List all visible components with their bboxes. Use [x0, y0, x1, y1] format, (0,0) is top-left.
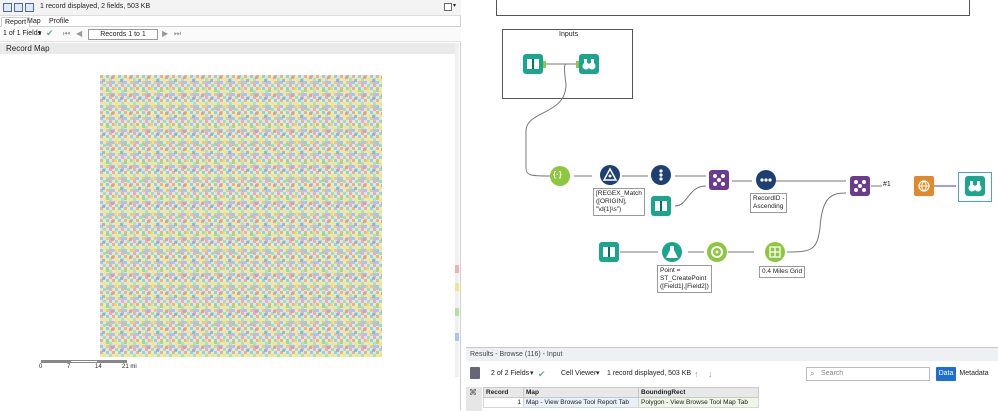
scale-label-0: 0: [39, 364, 43, 370]
search-icon: ⌕: [810, 369, 815, 378]
browse-tool-inputs[interactable]: [579, 54, 599, 74]
record-map-image: [100, 75, 382, 357]
create-points-label: Point = ST_CreatePoint ([Field1],[Field2…: [657, 265, 712, 293]
col-header-record[interactable]: Record: [483, 387, 524, 398]
join-icon: [854, 180, 866, 192]
join-icon: [713, 174, 725, 186]
results-status: 1 record displayed, 503 KB: [607, 370, 692, 377]
tab-profile[interactable]: Profile: [46, 17, 72, 27]
cell-viewer-dropdown-icon[interactable]: ▾: [596, 367, 600, 381]
col-header-boundingrect[interactable]: BoundingRect: [638, 387, 759, 398]
globe-icon: [918, 180, 930, 192]
report-title: Record Map: [0, 43, 458, 54]
binoculars-icon: [968, 181, 982, 192]
cell-boundingrect[interactable]: Polygon - View Browse Tool Map Tab: [638, 397, 759, 408]
sort-dots-icon: [760, 178, 772, 182]
fields-dropdown-icon[interactable]: ▾: [38, 29, 42, 37]
browse-status-text: 1 record displayed, 2 fields, 503 KB: [40, 3, 151, 10]
join-tool-2[interactable]: [850, 176, 870, 196]
arrow-down-icon[interactable]: ↓: [708, 367, 713, 381]
book-icon: [603, 247, 615, 257]
apply-checkmark-icon[interactable]: ✔: [538, 367, 546, 381]
scale-label-14: 14: [95, 364, 102, 370]
metadata-tab-button[interactable]: Metadata: [958, 367, 990, 381]
browse-toolbar: 1 of 1 Fields ▾ ✔ ⏮ ◀ Records 1 to 1 ▶ ⏭: [0, 27, 461, 42]
browse-top-bar: 1 record displayed, 2 fields, 503 KB ▾: [0, 0, 461, 16]
binoculars-icon: [582, 59, 596, 70]
results-header: Results - Browse (116) - Input: [466, 348, 998, 361]
regex-tool[interactable]: [600, 165, 620, 185]
create-points-tool[interactable]: [662, 242, 682, 262]
fields-dropdown-icon[interactable]: ▾: [530, 367, 534, 381]
layout-vertical-icon[interactable]: [25, 3, 34, 12]
regex-tool-label: [REGEX_Match ([ORIGIN], "\d{1}\s"): [593, 188, 645, 216]
sort-tool-label: RecordID - Ascending: [750, 193, 788, 213]
results-toolbar: 2 of 2 Fields ▾ ✔ Cell Viewer ▾ 1 record…: [466, 365, 998, 383]
prev-record-icon[interactable]: ◀: [76, 29, 82, 38]
layout-horizontal-icon[interactable]: [14, 3, 23, 12]
gear-icon: [711, 246, 723, 258]
input-data-tool-3[interactable]: [599, 242, 619, 262]
cell-map[interactable]: Map - View Browse Tool Report Tab: [523, 397, 639, 408]
browse-tool-output[interactable]: [965, 176, 985, 196]
book-icon: [655, 201, 667, 211]
browse-window: 1 record displayed, 2 fields, 503 KB ▾ R…: [0, 0, 461, 410]
scale-label-21: 21 mi: [122, 364, 137, 370]
data-tab-button[interactable]: Data: [936, 367, 956, 381]
input-data-tool[interactable]: [523, 54, 543, 74]
spatial-process-tool[interactable]: [707, 242, 727, 262]
formula-tool[interactable]: [651, 165, 671, 185]
row-selector-gutter: ⌘: [466, 387, 482, 411]
regex-triangle-icon: [602, 167, 618, 181]
search-input[interactable]: ⌕ Search: [806, 367, 930, 381]
dots-vertical-icon: [659, 169, 663, 181]
results-table: Record Map BoundingRect 1 Map - View Bro…: [483, 387, 759, 408]
record-map-area: 0 7 14 21 mi: [0, 57, 458, 377]
cell-viewer-button[interactable]: Cell Viewer: [561, 367, 596, 381]
results-pane: Results - Browse (116) - Input 2 of 2 Fi…: [466, 347, 998, 411]
vertical-scrollbar[interactable]: [455, 43, 459, 377]
sort-tool[interactable]: [756, 170, 776, 190]
join-output-label: #1: [883, 181, 891, 188]
dropdown-menu-icon[interactable]: [444, 3, 452, 11]
fields-selector[interactable]: 1 of 1 Fields: [3, 30, 41, 37]
select-tool[interactable]: {·}: [550, 166, 570, 186]
search-placeholder: Search: [821, 370, 844, 377]
layout-single-icon[interactable]: [3, 3, 12, 12]
browse-tabs: Report Map Profile: [0, 16, 461, 27]
chevron-down-icon[interactable]: ▾: [453, 2, 456, 9]
braces-icon: {·}: [553, 170, 562, 179]
checkmark-icon[interactable]: ✔: [46, 28, 54, 39]
table-row[interactable]: 1 Map - View Browse Tool Report Tab Poly…: [483, 397, 759, 408]
results-fields-selector[interactable]: 2 of 2 Fields: [491, 367, 529, 381]
book-icon: [527, 59, 539, 69]
connection-lines: [525, 63, 956, 253]
last-record-icon[interactable]: ⏭: [174, 29, 181, 39]
make-grid-tool[interactable]: [765, 242, 785, 262]
scale-bar-segment: [70, 360, 98, 363]
first-record-icon[interactable]: ⏮: [63, 29, 70, 39]
tab-map[interactable]: Map: [24, 17, 44, 27]
workflow-canvas[interactable]: Inputs {·} [REGEX_Match ([ORIGIN], "\d{1…: [462, 0, 998, 347]
report-map-tool[interactable]: [914, 176, 934, 196]
next-record-icon[interactable]: ▶: [162, 29, 168, 38]
grid-icon: [769, 246, 781, 258]
records-range-box[interactable]: Records 1 to 1: [88, 29, 158, 40]
join-tool-1[interactable]: [709, 170, 729, 190]
flask-icon: [666, 246, 678, 258]
make-grid-label: 0.4 Miles Grid: [759, 266, 806, 278]
scale-label-7: 7: [67, 364, 71, 370]
arrow-up-icon[interactable]: ↑: [694, 367, 699, 381]
col-header-map[interactable]: Map: [523, 387, 639, 398]
binoculars-icon: ⌘: [469, 388, 477, 397]
table-header-row: Record Map BoundingRect: [483, 387, 759, 398]
input-data-tool-2[interactable]: [651, 196, 671, 216]
cell-record[interactable]: 1: [483, 397, 524, 408]
